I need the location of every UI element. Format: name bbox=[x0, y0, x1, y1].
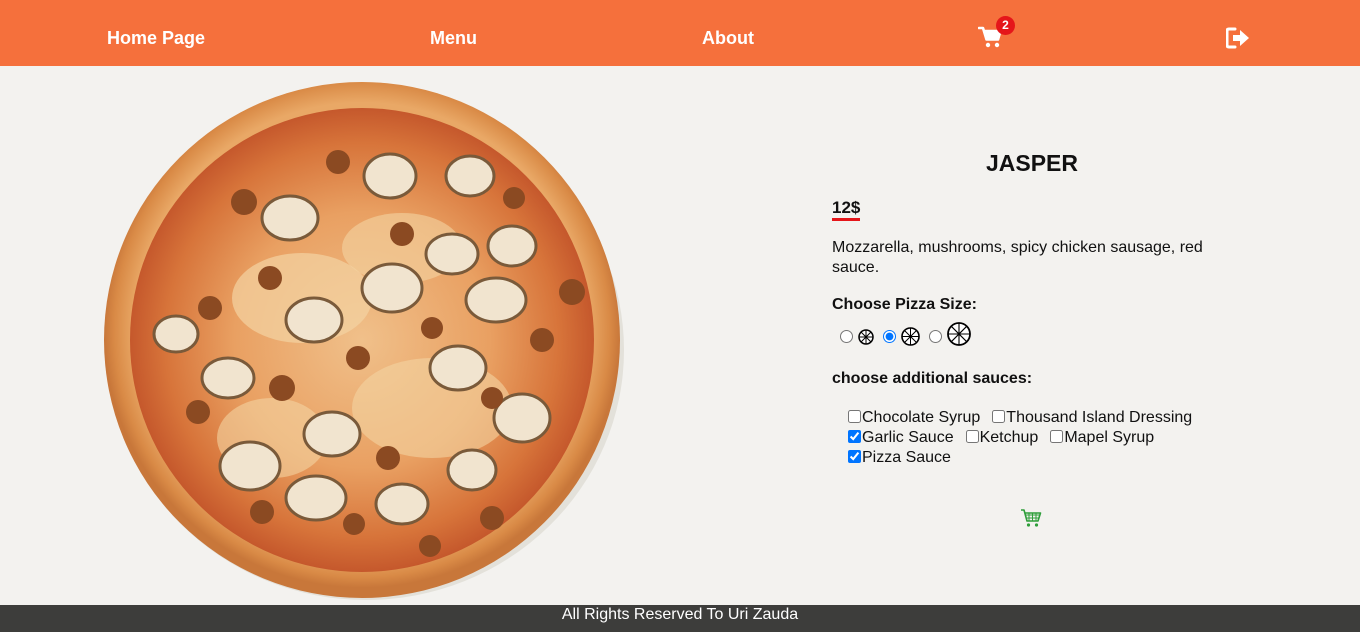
sauce-label: Garlic Sauce bbox=[862, 429, 954, 446]
size-radio-medium[interactable] bbox=[882, 330, 896, 343]
sauce-option-garlic-sauce[interactable]: Garlic Sauce bbox=[848, 428, 954, 448]
add-to-cart-button[interactable] bbox=[1020, 508, 1042, 528]
sauce-checkbox-ketchup[interactable] bbox=[965, 430, 979, 444]
nav-about-link[interactable]: About bbox=[702, 0, 754, 66]
size-radio-small[interactable] bbox=[840, 330, 853, 344]
logout-icon[interactable] bbox=[1225, 27, 1250, 49]
sauce-label: Chocolate Syrup bbox=[862, 409, 981, 426]
medium-pizza-icon bbox=[901, 327, 921, 346]
sauce-checkbox-chocolate-syrup[interactable] bbox=[848, 410, 861, 424]
navbar: Home Page Menu About 2 bbox=[0, 0, 1360, 66]
size-label: Choose Pizza Size: bbox=[832, 296, 977, 313]
pizza-name: JASPER bbox=[985, 150, 1079, 176]
pizza-price: 12$ bbox=[832, 198, 861, 221]
footer: All Rights Reserved To Uri Zauda bbox=[0, 605, 1360, 632]
sauce-label: Thousand Island Dressing bbox=[1006, 409, 1193, 426]
small-pizza-icon bbox=[858, 329, 875, 345]
sauce-checkbox-garlic-sauce[interactable] bbox=[848, 430, 861, 444]
sauce-option-thousand-island[interactable]: Thousand Island Dressing bbox=[992, 408, 1192, 428]
sauce-option-pizza-sauce[interactable]: Pizza Sauce bbox=[848, 448, 951, 468]
sauce-options: Chocolate Syrup Thousand Island Dressing … bbox=[848, 408, 1228, 468]
size-option-small[interactable] bbox=[838, 328, 875, 346]
nav-home-link[interactable]: Home Page bbox=[107, 0, 205, 66]
nav-menu-link[interactable]: Menu bbox=[430, 0, 477, 66]
sauce-checkbox-thousand-island[interactable] bbox=[992, 410, 1006, 424]
sauce-checkbox-mapel-syrup[interactable] bbox=[1050, 430, 1064, 444]
sauce-option-chocolate-syrup[interactable]: Chocolate Syrup bbox=[848, 408, 980, 428]
sauce-label: Pizza Sauce bbox=[862, 449, 951, 466]
cart-count-badge: 2 bbox=[996, 16, 1015, 35]
sauce-label: Mapel Syrup bbox=[1064, 429, 1155, 446]
footer-text: All Rights Reserved To Uri Zauda bbox=[561, 606, 799, 623]
pizza-description: Mozzarella, mushrooms, spicy chicken sau… bbox=[832, 239, 1203, 276]
size-option-large[interactable] bbox=[927, 322, 972, 346]
size-options bbox=[838, 322, 973, 352]
pizza-image bbox=[102, 78, 626, 602]
sauce-label: Ketchup bbox=[979, 429, 1039, 446]
sauce-option-mapel-syrup[interactable]: Mapel Syrup bbox=[1050, 428, 1154, 448]
sauces-label: choose additional sauces: bbox=[832, 370, 1033, 387]
sauce-option-ketchup[interactable]: Ketchup bbox=[965, 428, 1039, 448]
size-radio-large[interactable] bbox=[928, 330, 942, 344]
sauce-checkbox-pizza-sauce[interactable] bbox=[848, 450, 861, 464]
large-pizza-icon bbox=[947, 322, 972, 346]
add-cart-icon bbox=[1021, 509, 1042, 527]
size-option-medium[interactable] bbox=[881, 327, 921, 346]
